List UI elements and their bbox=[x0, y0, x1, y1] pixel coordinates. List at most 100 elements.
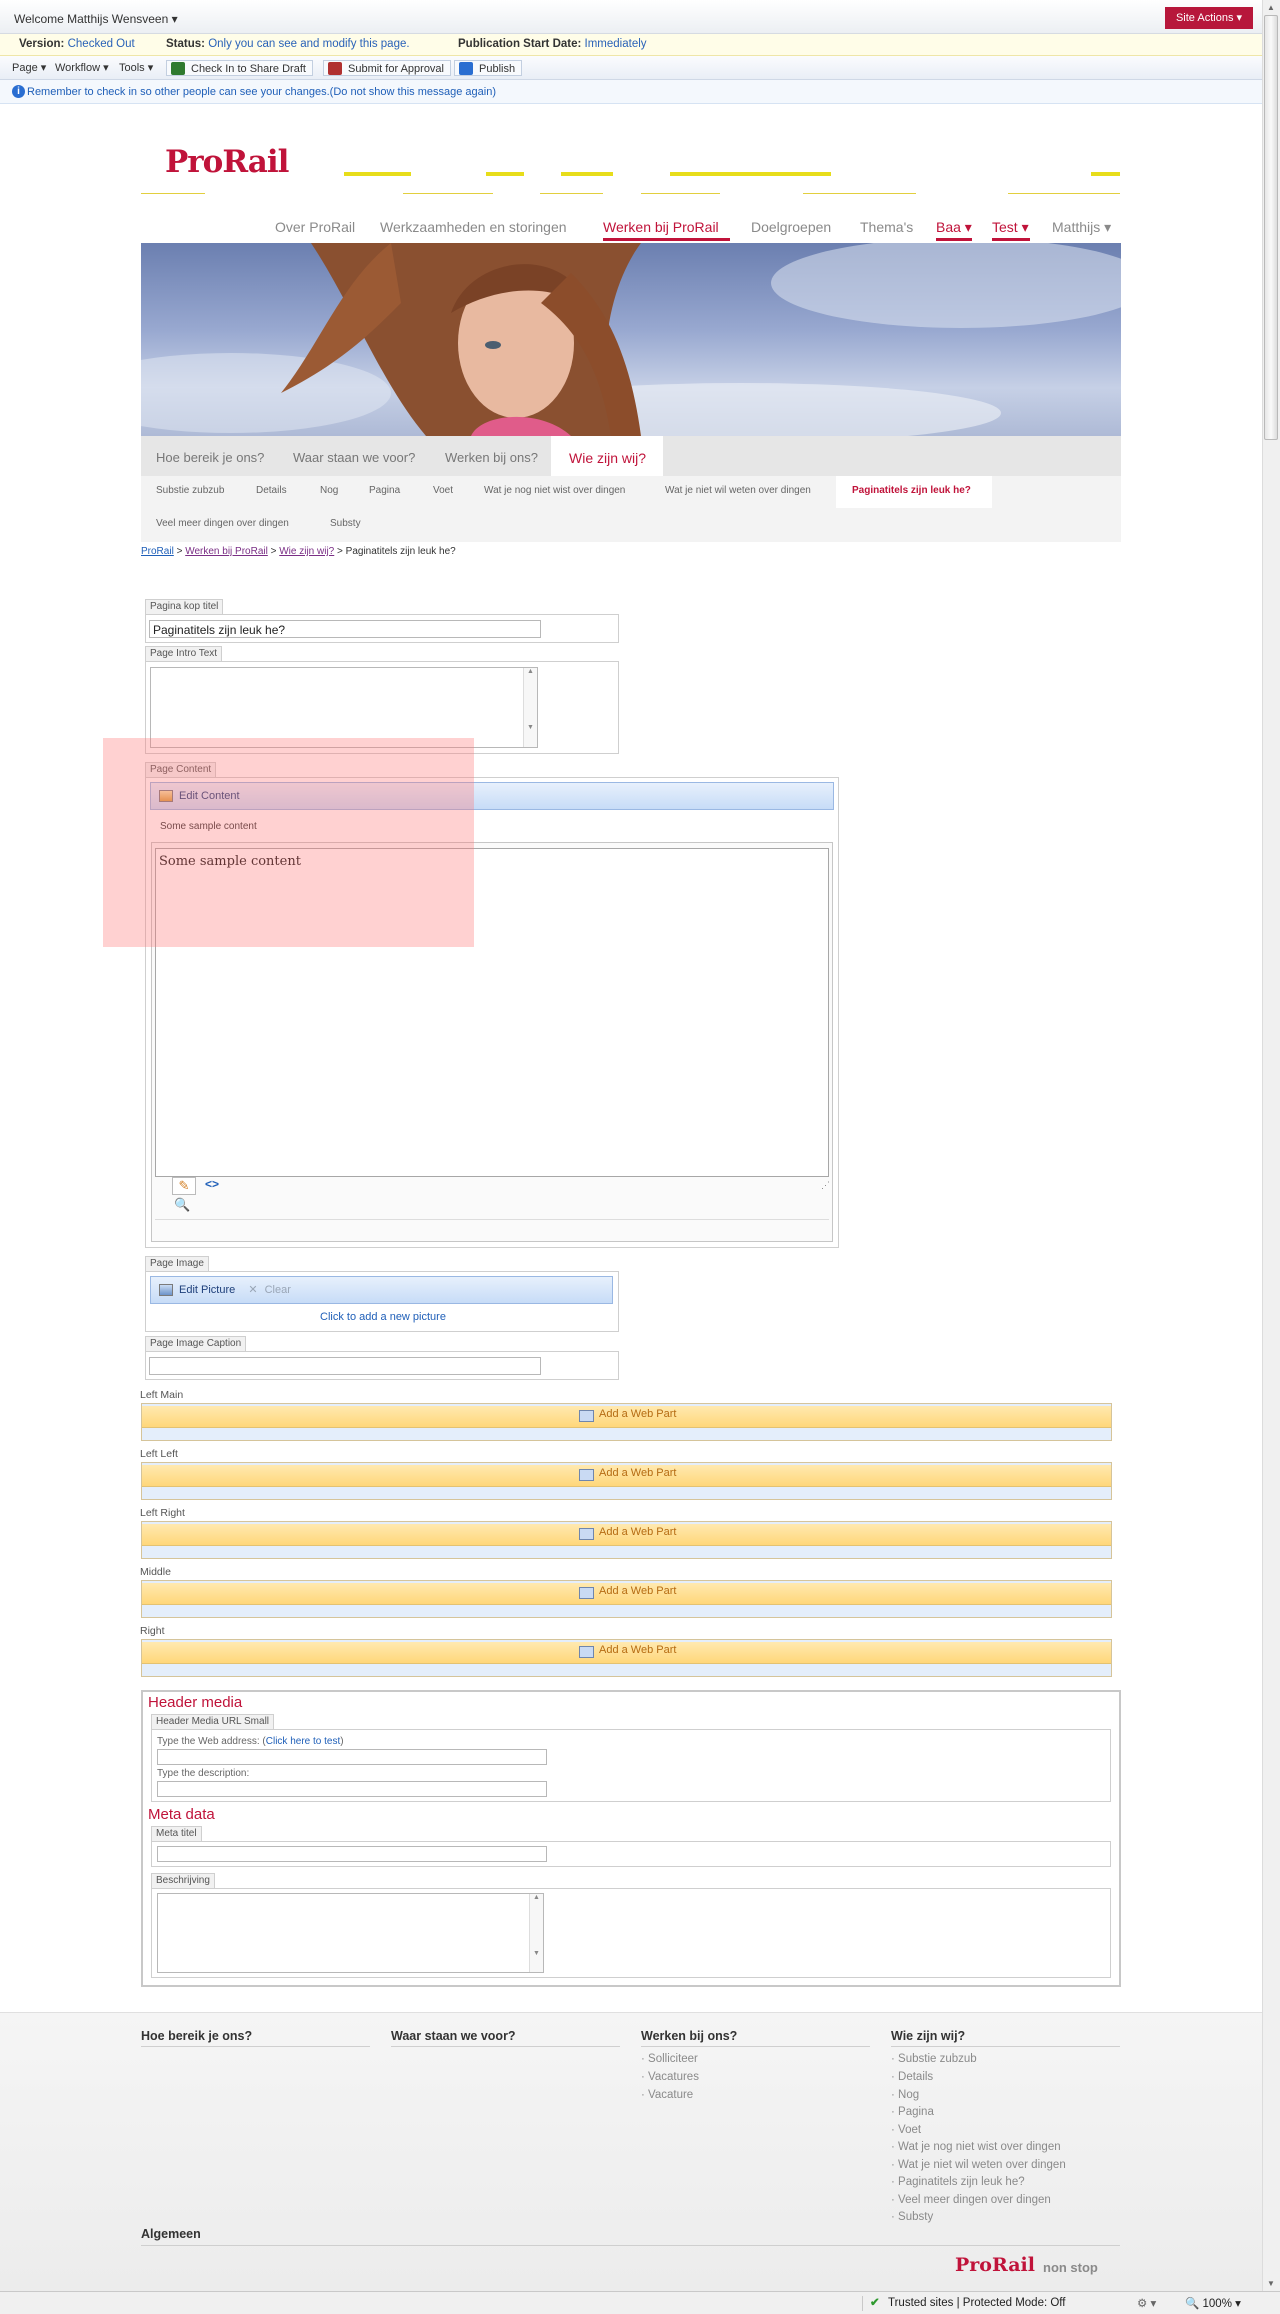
add-webpart-icon bbox=[579, 1528, 594, 1540]
footer-link[interactable]: · Substie zubzub bbox=[891, 2053, 977, 2065]
topnav-werken-bij-prorail[interactable]: Werken bij ProRail bbox=[603, 219, 719, 235]
breadcrumb-werken-bij[interactable]: Werken bij ProRail bbox=[185, 546, 268, 557]
scroll-up-icon[interactable]: ▲ bbox=[1263, 0, 1279, 15]
section-nav-werken-bij[interactable]: Werken bij ons? bbox=[445, 450, 538, 465]
image-caption-input[interactable] bbox=[149, 1357, 541, 1375]
click-to-test-link[interactable]: Click here to test bbox=[266, 1736, 340, 1747]
add-picture-link[interactable]: Click to add a new picture bbox=[320, 1311, 446, 1323]
footer-tagline: non stop bbox=[1043, 2260, 1098, 2275]
footer-link[interactable]: · Paginatitels zijn leuk he? bbox=[891, 2176, 1025, 2188]
beschrijving-input[interactable]: ▲ ▼ bbox=[157, 1893, 544, 1973]
submit-approval-button[interactable]: Submit for Approval bbox=[323, 60, 451, 76]
add-webpart-icon bbox=[579, 1410, 594, 1422]
topnav-werkzaamheden[interactable]: Werkzaamheden en storingen bbox=[380, 219, 567, 235]
description-input[interactable] bbox=[157, 1781, 547, 1797]
footer-head-wie-zijn-wij[interactable]: Wie zijn wij? bbox=[891, 2029, 965, 2043]
breadcrumb: ProRail > Werken bij ProRail > Wie zijn … bbox=[141, 546, 456, 557]
section-nav-hoe-bereik[interactable]: Hoe bereik je ons? bbox=[156, 450, 264, 465]
resize-grip-icon[interactable]: ⋰ bbox=[821, 1180, 830, 1191]
page-nav-voet[interactable]: Voet bbox=[433, 485, 453, 496]
topnav-baa[interactable]: Baa ▾ bbox=[936, 219, 972, 236]
edit-picture-button[interactable]: Edit Picture ✕ Clear bbox=[150, 1276, 613, 1304]
breadcrumb-wie-zijn-wij[interactable]: Wie zijn wij? bbox=[279, 546, 334, 557]
edit-picture-label: Edit Picture bbox=[179, 1284, 236, 1296]
footer-link[interactable]: · Substy bbox=[891, 2211, 933, 2223]
footer-link[interactable]: · Wat je nog niet wist over dingen bbox=[891, 2141, 1061, 2153]
footer-link[interactable]: · Solliciteer bbox=[641, 2053, 698, 2065]
welcome-menu[interactable]: Welcome Matthijs Wensveen ▾ bbox=[14, 12, 178, 26]
zoom-magnifier-icon[interactable]: 🔍 bbox=[174, 1197, 190, 1213]
beschrijving-scrollbar[interactable]: ▲ ▼ bbox=[529, 1894, 543, 1972]
security-zone-status[interactable]: Trusted sites | Protected Mode: Off bbox=[888, 2297, 1065, 2309]
topnav-doelgroepen[interactable]: Doelgroepen bbox=[751, 219, 831, 235]
footer-link[interactable]: · Voet bbox=[891, 2124, 921, 2136]
protected-mode-icon[interactable]: ⚙ ▾ bbox=[1137, 2296, 1156, 2310]
zone-label-left-main: Left Main bbox=[140, 1389, 184, 1401]
zone-label-left-left: Left Left bbox=[140, 1448, 178, 1460]
check-in-button[interactable]: Check In to Share Draft bbox=[166, 60, 313, 76]
web-address-prompt: Type the Web address: (Click here to tes… bbox=[157, 1736, 344, 1747]
zoom-control[interactable]: 🔍 100% ▾ bbox=[1185, 2296, 1241, 2310]
intro-text-input[interactable]: ▲ ▼ bbox=[150, 667, 538, 748]
scrollbar-thumb[interactable] bbox=[1264, 15, 1278, 440]
page-nav-substie-zubzub[interactable]: Substie zubzub bbox=[156, 485, 224, 496]
footer-head-werken-bij[interactable]: Werken bij ons? bbox=[641, 2029, 737, 2043]
add-webpart-left-right[interactable]: Add a Web Part bbox=[599, 1526, 676, 1538]
footer-algemeen: Algemeen bbox=[141, 2227, 201, 2241]
tools-menu[interactable]: Tools ▾ bbox=[119, 60, 153, 76]
webpart-zone-right: Add a Web Part bbox=[141, 1639, 1112, 1677]
kop-titel-input[interactable]: Paginatitels zijn leuk he? bbox=[149, 620, 541, 638]
topnav-matthijs[interactable]: Matthijs ▾ bbox=[1052, 219, 1111, 236]
page-nav-wat-je-niet[interactable]: Wat je niet wil weten over dingen bbox=[665, 485, 811, 496]
pubdate-label: Publication Start Date: bbox=[458, 38, 582, 50]
footer-head-waar-staan[interactable]: Waar staan we voor? bbox=[391, 2029, 516, 2043]
footer-link[interactable]: · Wat je niet wil weten over dingen bbox=[891, 2159, 1066, 2171]
workflow-menu[interactable]: Workflow ▾ bbox=[55, 60, 109, 76]
topnav-test[interactable]: Test ▾ bbox=[992, 219, 1029, 236]
footer-link[interactable]: · Nog bbox=[891, 2089, 919, 2101]
add-webpart-icon bbox=[579, 1469, 594, 1481]
clear-picture-label[interactable]: Clear bbox=[265, 1284, 291, 1296]
footer-link[interactable]: · Details bbox=[891, 2071, 933, 2083]
breadcrumb-prorail[interactable]: ProRail bbox=[141, 546, 174, 557]
add-webpart-left-left[interactable]: Add a Web Part bbox=[599, 1467, 676, 1479]
clear-x-icon[interactable]: ✕ bbox=[248, 1284, 257, 1296]
page-nav-details[interactable]: Details bbox=[256, 485, 287, 496]
page-nav-veel-meer[interactable]: Veel meer dingen over dingen bbox=[156, 518, 289, 529]
design-mode-pencil-icon[interactable]: ✎ bbox=[172, 1177, 196, 1195]
html-source-icon[interactable]: <> bbox=[205, 1177, 219, 1191]
add-webpart-left-main[interactable]: Add a Web Part bbox=[599, 1408, 676, 1420]
footer-link[interactable]: · Vacatures bbox=[641, 2071, 699, 2083]
zone-label-middle: Middle bbox=[140, 1566, 171, 1578]
footer-link[interactable]: · Vacature bbox=[641, 2089, 693, 2101]
page-nav-substy[interactable]: Substy bbox=[330, 518, 361, 529]
section-nav-waar-staan[interactable]: Waar staan we voor? bbox=[293, 450, 415, 465]
intro-scrollbar[interactable]: ▲ ▼ bbox=[523, 668, 537, 747]
page-nav-paginatitels[interactable]: Paginatitels zijn leuk he? bbox=[852, 485, 971, 496]
page-nav-nog[interactable]: Nog bbox=[320, 485, 338, 496]
add-webpart-right[interactable]: Add a Web Part bbox=[599, 1644, 676, 1656]
page-nav-pagina[interactable]: Pagina bbox=[369, 485, 400, 496]
footer-link[interactable]: · Pagina bbox=[891, 2106, 934, 2118]
site-actions-button[interactable]: Site Actions ▾ bbox=[1165, 7, 1253, 29]
add-webpart-icon bbox=[579, 1646, 594, 1658]
topnav-over-prorail[interactable]: Over ProRail bbox=[275, 219, 355, 235]
page-status-bar: Version: Checked Out Status: Only you ca… bbox=[0, 34, 1262, 56]
add-webpart-middle[interactable]: Add a Web Part bbox=[599, 1585, 676, 1597]
meta-titel-input[interactable] bbox=[157, 1846, 547, 1862]
page-nav-wat-je-nog[interactable]: Wat je nog niet wist over dingen bbox=[484, 485, 625, 496]
web-address-input[interactable] bbox=[157, 1749, 547, 1765]
scroll-down-icon[interactable]: ▼ bbox=[1263, 2276, 1279, 2291]
check-in-icon bbox=[171, 62, 185, 75]
section-nav-wie-zijn-wij[interactable]: Wie zijn wij? bbox=[569, 450, 646, 466]
trusted-sites-check-icon: ✔ bbox=[870, 2297, 880, 2309]
topnav-themas[interactable]: Thema's bbox=[860, 219, 913, 235]
top-ribbon bbox=[0, 0, 1262, 34]
browser-status-bar: ✔ Trusted sites | Protected Mode: Off ⚙ … bbox=[0, 2291, 1280, 2314]
footer-link[interactable]: · Veel meer dingen over dingen bbox=[891, 2194, 1051, 2206]
prorail-logo[interactable]: ProRail bbox=[165, 144, 289, 180]
footer-head-hoe-bereik[interactable]: Hoe bereik je ons? bbox=[141, 2029, 252, 2043]
publish-button[interactable]: Publish bbox=[454, 60, 523, 76]
page-menu[interactable]: Page ▾ bbox=[12, 60, 46, 76]
dismiss-message-link[interactable]: (Do not show this message again) bbox=[330, 86, 496, 98]
